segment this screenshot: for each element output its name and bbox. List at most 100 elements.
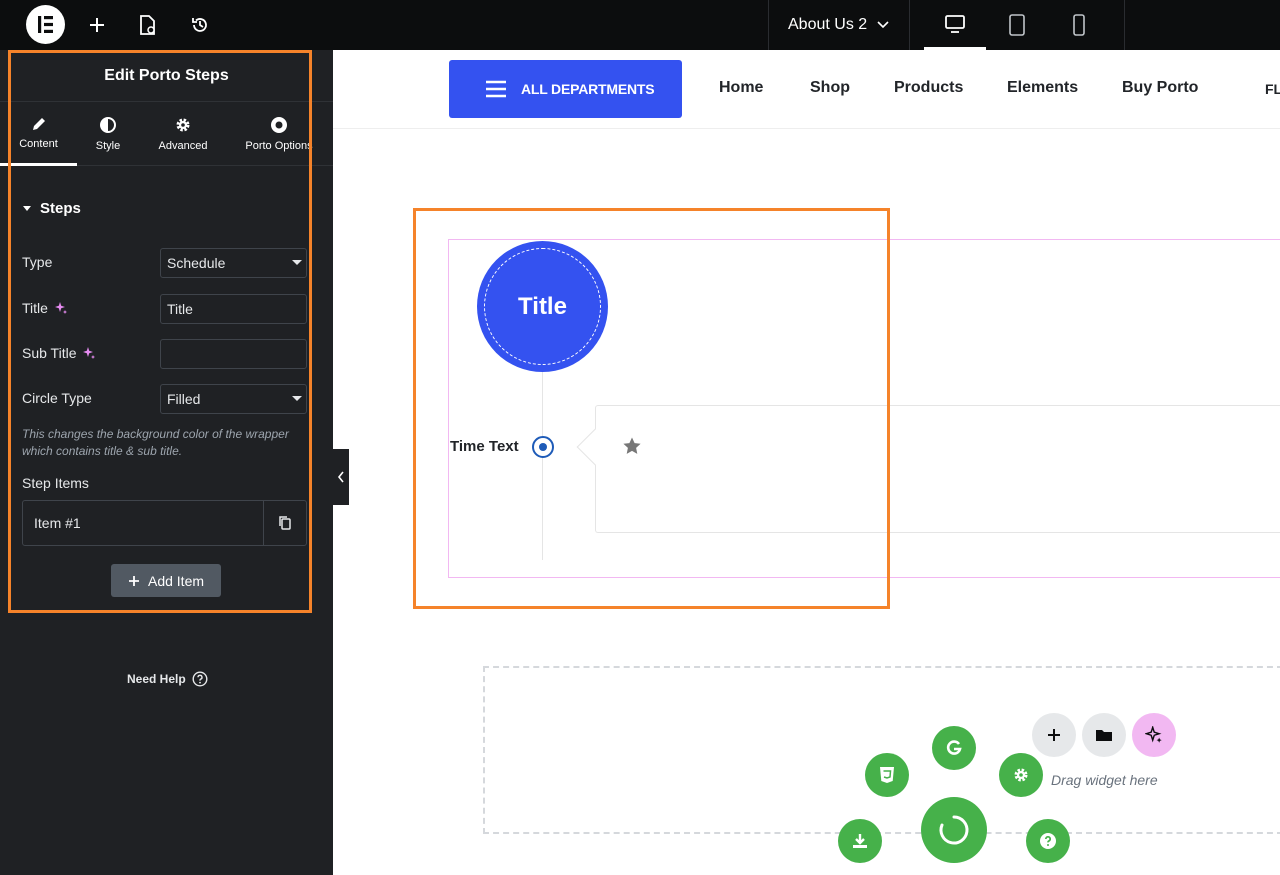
- repeater-item-title[interactable]: Item #1: [23, 501, 264, 545]
- all-departments-button[interactable]: ALL DEPARTMENTS: [449, 60, 682, 118]
- type-label-text: Type: [22, 254, 53, 270]
- porto-g-icon: [946, 740, 962, 755]
- circle-type-select[interactable]: Filled: [160, 384, 307, 414]
- folder-icon: [1096, 730, 1112, 741]
- duplicate-icon[interactable]: [264, 501, 306, 545]
- editor-topbar: About Us 2: [0, 0, 1280, 50]
- circle-type-help: This changes the background color of the…: [22, 427, 289, 458]
- need-help-label: Need Help: [127, 672, 186, 686]
- nav-fl[interactable]: FL: [1265, 81, 1280, 97]
- half-circle-icon: [100, 117, 116, 133]
- nav-buy-porto[interactable]: Buy Porto: [1122, 79, 1198, 97]
- drag-widget-hint: Drag widget here: [1051, 772, 1158, 788]
- step-items-label: Step Items: [22, 475, 89, 491]
- tablet-view-button[interactable]: [986, 0, 1048, 50]
- chevron-down-icon: [877, 21, 889, 29]
- star-icon: [623, 437, 641, 454]
- step-item-card: [595, 405, 1280, 533]
- history-icon[interactable]: [187, 12, 213, 38]
- all-departments-label: ALL DEPARTMENTS: [521, 81, 655, 97]
- tab-porto-options[interactable]: Porto Options: [240, 102, 318, 166]
- elementor-logo-icon[interactable]: [26, 5, 65, 44]
- title-label: Title: [22, 300, 68, 316]
- download-icon: [853, 834, 867, 848]
- subtitle-input[interactable]: [160, 339, 307, 369]
- type-select-value: Schedule: [167, 255, 226, 271]
- tab-content[interactable]: Content: [0, 102, 77, 166]
- mobile-view-button[interactable]: [1048, 0, 1110, 50]
- porto-main-fab[interactable]: [921, 797, 987, 863]
- timeline-dot-center: [539, 443, 547, 451]
- subtitle-label-text: Sub Title: [22, 345, 77, 361]
- ai-sparkle-icon[interactable]: [54, 301, 68, 315]
- title-input[interactable]: Title: [160, 294, 307, 324]
- page-selector[interactable]: About Us 2: [768, 0, 910, 50]
- section-title: Steps: [40, 200, 81, 217]
- type-label: Type: [22, 254, 52, 270]
- css-editor-fab[interactable]: [865, 753, 909, 797]
- help-circle-icon: [1040, 833, 1056, 849]
- ai-generate-button[interactable]: [1132, 713, 1176, 757]
- page-settings-icon[interactable]: [135, 12, 161, 38]
- page-name: About Us 2: [788, 16, 868, 33]
- step-circle-title: Title: [518, 292, 567, 320]
- step-title-circle: Title: [477, 241, 608, 372]
- plus-icon: [1048, 729, 1060, 741]
- timeline-dot: [532, 436, 554, 458]
- circle-type-value: Filled: [167, 391, 201, 407]
- tablet-icon: [1009, 14, 1025, 36]
- need-help-link[interactable]: Need Help: [127, 671, 208, 687]
- collapse-panel-button[interactable]: [333, 449, 349, 505]
- ai-sparkle-icon[interactable]: [82, 346, 96, 360]
- hamburger-icon: [486, 80, 506, 98]
- circle-type-label-text: Circle Type: [22, 390, 92, 406]
- tab-porto-options-label: Porto Options: [245, 140, 313, 152]
- tab-advanced-label: Advanced: [158, 140, 208, 152]
- tab-style[interactable]: Style: [77, 102, 139, 166]
- select-caret-icon: [292, 396, 302, 401]
- tab-content-label: Content: [19, 137, 58, 150]
- panel-title: Edit Porto Steps: [0, 50, 333, 102]
- ai-sparkle-icon: [1145, 726, 1162, 743]
- plus-icon: [128, 575, 139, 586]
- add-item-button[interactable]: Add Item: [111, 564, 221, 597]
- add-section-button[interactable]: [1032, 713, 1076, 757]
- desktop-view-button[interactable]: [924, 0, 986, 50]
- time-text: Time Text: [450, 438, 519, 455]
- type-select[interactable]: Schedule: [160, 248, 307, 278]
- add-template-button[interactable]: [1082, 713, 1126, 757]
- mobile-icon: [1073, 14, 1085, 36]
- editor-panel: Edit Porto Steps Content Style Advanced …: [0, 50, 333, 875]
- gear-icon: [176, 118, 190, 132]
- chevron-left-icon: [337, 471, 344, 483]
- porto-options-icon: [271, 117, 287, 133]
- tab-style-label: Style: [95, 140, 121, 152]
- porto-builder-fab[interactable]: [932, 726, 976, 770]
- nav-home[interactable]: Home: [719, 79, 763, 97]
- help-fab[interactable]: [1026, 819, 1070, 863]
- pencil-icon: [32, 117, 45, 130]
- steps-section-toggle[interactable]: Steps: [22, 200, 81, 217]
- subtitle-label: Sub Title: [22, 345, 96, 361]
- tab-advanced[interactable]: Advanced: [146, 102, 220, 166]
- select-caret-icon: [292, 260, 302, 265]
- settings-fab[interactable]: [999, 753, 1043, 797]
- timeline-line: [542, 372, 543, 560]
- desktop-icon: [945, 14, 965, 33]
- circle-type-label: Circle Type: [22, 390, 92, 406]
- nav-products[interactable]: Products: [894, 79, 963, 97]
- nav-shop[interactable]: Shop: [810, 79, 850, 97]
- topbar-divider: [1124, 0, 1125, 50]
- repeater-item[interactable]: Item #1: [22, 500, 307, 546]
- gear-icon: [1014, 768, 1028, 782]
- caret-down-icon: [23, 205, 31, 211]
- css3-icon: [880, 767, 894, 783]
- loading-ring-icon: [939, 815, 969, 845]
- title-label-text: Title: [22, 300, 48, 316]
- add-element-icon[interactable]: [84, 12, 110, 38]
- nav-elements[interactable]: Elements: [1007, 79, 1078, 97]
- add-item-label: Add Item: [147, 572, 205, 589]
- import-fab[interactable]: [838, 819, 882, 863]
- panel-tabs: Content Style Advanced Porto Options: [0, 102, 333, 166]
- title-input-value: Title: [167, 301, 193, 317]
